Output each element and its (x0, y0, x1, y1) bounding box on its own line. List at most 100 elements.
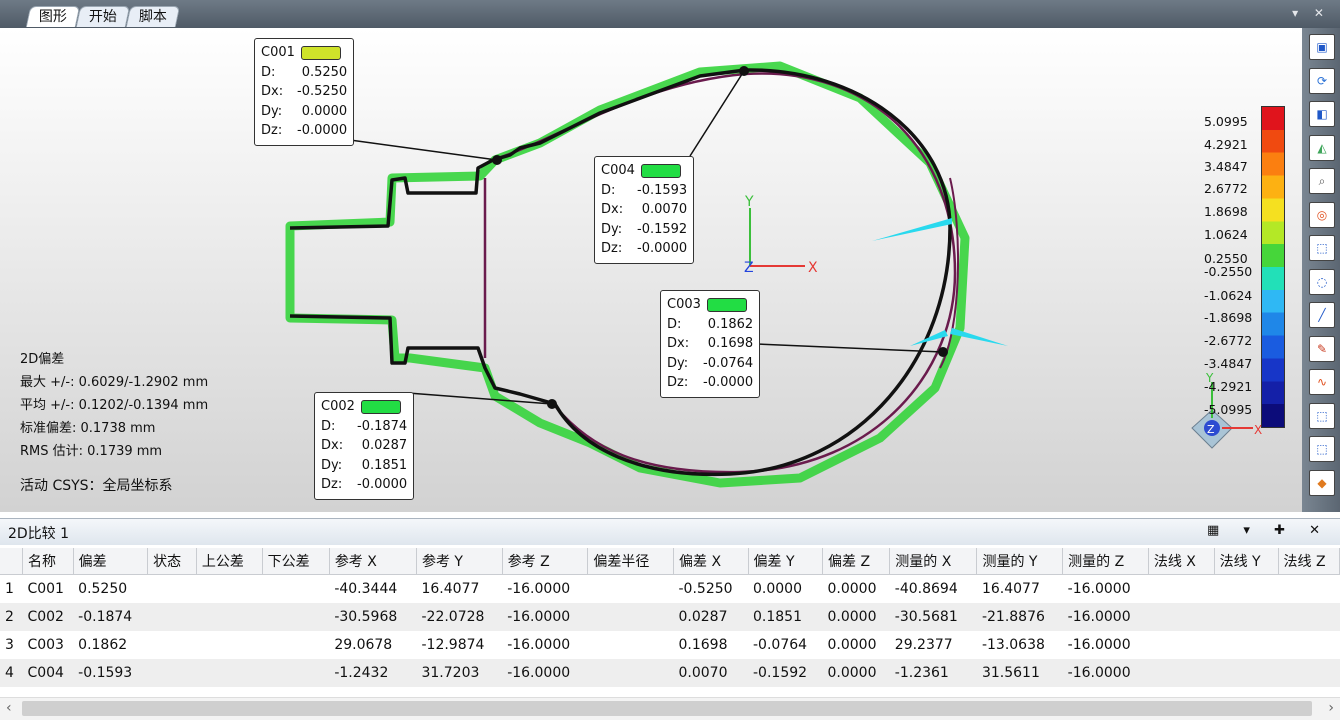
column-header[interactable]: 偏差 Z (822, 548, 891, 575)
select-front-icon[interactable]: ⬚ (1309, 402, 1335, 429)
table-cell: C002 (22, 603, 74, 631)
table-cell: 29.0678 (334, 637, 393, 653)
scroll-thumb[interactable] (22, 701, 1312, 716)
stats-std: 标准偏差: 0.1738 mm (20, 421, 156, 436)
column-header[interactable]: 法线 Y (1214, 548, 1279, 575)
curve-icon[interactable]: ∿ (1309, 369, 1335, 395)
point-c004[interactable] (739, 66, 749, 76)
select-lasso-icon[interactable]: ◌ (1309, 268, 1335, 295)
shield-icon[interactable]: ◆ (1309, 469, 1335, 496)
column-header[interactable]: 法线 Z (1278, 548, 1340, 575)
tab-start[interactable]: 开始 (75, 6, 131, 27)
table-header-row: 名称 偏差 状态 上公差 下公差 参考 X 参考 Y 参考 Z 偏差半径 偏差 X 偏差 Y 偏差 Z… (0, 548, 1340, 575)
target-icon[interactable]: ◎ (1309, 201, 1335, 228)
callout-value: 0.1851 (361, 457, 408, 473)
table-cell (588, 575, 674, 604)
table-cell (148, 631, 197, 659)
column-header[interactable]: 偏差 X (673, 548, 749, 575)
table-cell: 16.4077 (981, 581, 1040, 597)
legend-value: -5.0995 (1204, 402, 1253, 417)
point-c001[interactable] (492, 155, 502, 165)
table-cell: 29.2377 (894, 637, 953, 653)
leader-line-c004 (689, 70, 745, 157)
panel-controls[interactable]: ▦ ▾ ✚ ✕ (1207, 523, 1330, 538)
select-through-icon[interactable]: ⬚ (1309, 436, 1335, 462)
view-cube-icon[interactable]: ▣ (1309, 34, 1335, 60)
table-cell (1214, 603, 1279, 631)
tab-graphics[interactable]: 图形 (25, 6, 81, 27)
callout-key: D: (261, 64, 276, 80)
horizontal-scrollbar[interactable]: ‹ › (0, 697, 1340, 720)
callout-c001[interactable]: C001 D: 0.5250 Dx: -0.5250 Dy: 0.0000 Dz: -0… (254, 38, 355, 146)
zoom-icon[interactable]: ⌕ (1309, 168, 1335, 194)
row-index: 1 (5, 581, 14, 597)
column-header[interactable]: 法线 X (1148, 548, 1215, 575)
column-header[interactable]: 偏差 Y (748, 548, 823, 575)
view-icon[interactable]: ◧ (1309, 101, 1335, 127)
column-header[interactable]: 参考 X (329, 548, 417, 575)
callout-name: C003 (667, 297, 701, 312)
column-header[interactable]: 上公差 (196, 548, 263, 575)
table-cell: 0.0287 (673, 603, 748, 631)
column-header[interactable]: 下公差 (262, 548, 330, 575)
table-cell: -40.8694 (894, 581, 958, 597)
table-cell: -13.0638 (981, 637, 1045, 653)
callout-key: Dz: (667, 375, 689, 390)
callout-value: 0.0287 (361, 438, 408, 453)
table-cell: -30.5968 (329, 603, 417, 631)
column-header[interactable]: 偏差半径 (587, 548, 674, 575)
column-header[interactable]: 参考 Z (502, 548, 589, 575)
column-header[interactable]: 测量的 X (889, 548, 978, 575)
callout-c003[interactable]: C003 D: 0.1862 Dx: 0.1698 Dy: -0.0764 Dz: -0… (660, 290, 761, 398)
point-c002[interactable] (547, 399, 557, 409)
callout-c002[interactable]: C002 D: -0.1874 Dx: 0.0287 Dy: 0.1851 Dz: -0… (314, 392, 415, 500)
callout-value: -0.5250 (297, 84, 348, 99)
column-header[interactable]: 状态 (147, 548, 197, 575)
brush-icon[interactable]: ✎ (1309, 335, 1335, 362)
callout-c004[interactable]: C004 D: -0.1593 Dx: 0.0070 Dy: -0.1592 Dz: -… (594, 156, 695, 264)
column-header[interactable]: 参考 Y (416, 548, 503, 575)
select-rect-icon[interactable]: ⬚ (1309, 235, 1335, 261)
table-cell: -0.0764 (753, 637, 808, 653)
color-scale-legend[interactable]: 5.0995 4.2921 3.4847 2.6772 1.8698 1.0624 0.25… (1196, 106, 1286, 434)
table-cell (1214, 659, 1279, 687)
table-cell (1214, 631, 1278, 659)
scroll-left-icon[interactable]: ‹ (6, 700, 12, 716)
column-header[interactable]: 测量的 Z (1062, 548, 1149, 575)
graphics-viewport[interactable]: Y X Z Z Y X C001 D: 0.5250 Dx: -0.5250 Dy:… (0, 28, 1302, 512)
table-cell: 0.5250 (78, 581, 128, 597)
legend-value: 1.8698 (1204, 204, 1248, 219)
callout-key: Dx: (261, 84, 284, 99)
table-row[interactable]: 4 C004 -0.1593 -1.2432 31.7203 -16.0000 0.0070… (0, 659, 1340, 687)
table-cell: -40.3444 (334, 581, 398, 597)
point-c003[interactable] (938, 347, 948, 357)
row-index: 4 (0, 659, 23, 687)
row-index: 2 (0, 603, 23, 631)
scroll-right-icon[interactable]: › (1328, 700, 1334, 716)
column-header[interactable]: 名称 (22, 548, 74, 575)
callout-key: Dz: (321, 477, 343, 492)
layers-icon[interactable]: ◭ (1309, 134, 1335, 161)
table-cell: 0.0000 (827, 637, 877, 653)
table-row[interactable]: 2 C002 -0.1874 -30.5968 -22.0728 -16.0000 0.02… (0, 603, 1340, 631)
rotate-icon[interactable]: ⟳ (1309, 67, 1335, 94)
table-cell: 0.1851 (748, 603, 823, 631)
tab-script[interactable]: 脚本 (125, 6, 181, 27)
table-row[interactable]: 3 C003 0.1862 29.0678 -12.9874 -16.0000 0.1698… (0, 631, 1340, 659)
table-cell (1148, 659, 1215, 687)
stats-title: 2D偏差 (20, 352, 65, 367)
callout-value: 0.1698 (707, 336, 754, 351)
window-controls[interactable]: ▾ ✕ (1292, 6, 1330, 20)
callout-value: 0.1862 (707, 316, 754, 332)
table-row[interactable]: 1 C001 0.5250 -40.3444 16.4077 -16.0000 -0.525… (0, 575, 1340, 604)
column-header[interactable]: 测量的 Y (976, 548, 1064, 575)
line-tool-icon[interactable]: ╱ (1309, 302, 1335, 328)
table-cell (588, 631, 674, 659)
table-cell: 31.7203 (416, 659, 503, 687)
callout-color-swatch (706, 297, 747, 312)
column-header[interactable]: 偏差 (73, 548, 149, 575)
callout-value: 0.5250 (301, 64, 348, 80)
callout-key: D: (601, 182, 616, 198)
callout-name: C002 (321, 399, 355, 414)
table-cell: -0.1593 (73, 659, 148, 687)
